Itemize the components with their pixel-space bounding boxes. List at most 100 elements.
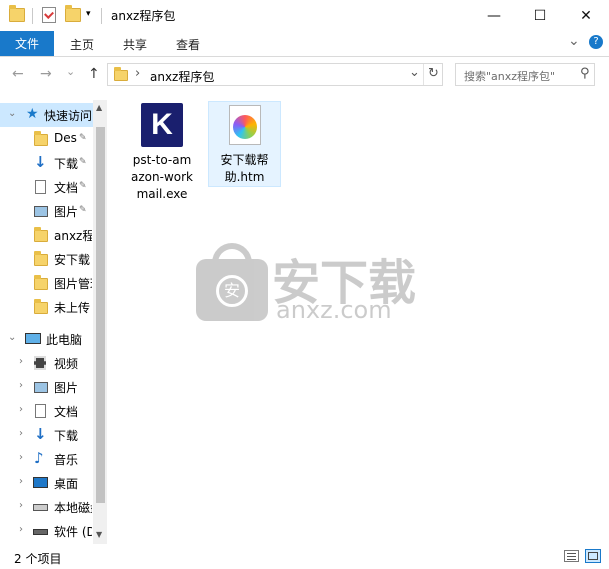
sidebar-item-label: 文档 <box>54 181 79 195</box>
file-name-line: 助.htm <box>224 170 265 184</box>
video-icon <box>34 356 46 370</box>
file-name-line: mail.exe <box>136 187 188 201</box>
download-arrow-icon: ↓ <box>34 153 47 171</box>
sidebar-item-local-disk[interactable]: › 本地磁盘 <box>0 495 92 519</box>
sidebar-item-documents[interactable]: 文档 ✎ <box>0 175 92 199</box>
recent-locations-button[interactable]: ⌄ <box>66 65 75 78</box>
sidebar-item-pictures[interactable]: 图片 ✎ <box>0 199 92 223</box>
file-item-exe[interactable]: K pst-to-am azon-work mail.exe <box>126 101 198 203</box>
file-name-line: 安下载帮 <box>220 153 269 167</box>
search-icon[interactable]: ⚲ <box>580 66 590 81</box>
document-icon <box>35 404 46 418</box>
scroll-down-icon[interactable]: ▼ <box>96 530 102 539</box>
drive-icon <box>33 529 48 535</box>
divider <box>423 64 424 85</box>
sidebar-item-desktop[interactable]: Des ✎ <box>0 127 92 151</box>
title-bar: ▾ anxz程序包 — ☐ ✕ <box>0 0 609 31</box>
divider <box>101 8 102 24</box>
sidebar-item-software-drive[interactable]: › 软件 (D <box>0 519 92 543</box>
chevron-right-icon[interactable]: › <box>19 380 23 391</box>
properties-icon[interactable] <box>42 7 56 23</box>
search-placeholder: 搜索"anxz程序包" <box>464 70 556 83</box>
drive-icon <box>33 504 48 511</box>
exe-k-icon: K <box>141 103 183 147</box>
sidebar-item-label: 软件 (D <box>54 525 92 539</box>
folder-icon <box>114 67 128 81</box>
sidebar-item-anxiazai[interactable]: 安下载 <box>0 247 92 271</box>
sidebar-item-label: anxz程 <box>54 229 92 243</box>
help-icon[interactable]: ? <box>589 35 603 49</box>
tab-file[interactable]: 文件 <box>0 31 54 56</box>
quick-access-item[interactable]: ⌄ ★ 快速访问 <box>0 103 93 127</box>
scrollbar-thumb[interactable] <box>96 127 105 503</box>
details-view-icon[interactable] <box>564 550 579 562</box>
folder-icon <box>34 251 48 266</box>
sidebar-item-picture-manager[interactable]: 图片管理 <box>0 271 92 295</box>
chevron-right-icon[interactable]: › <box>19 524 23 535</box>
sidebar-item-not-uploaded[interactable]: 未上传 <box>0 295 92 319</box>
chevron-right-icon[interactable]: › <box>19 500 23 511</box>
divider <box>32 8 33 24</box>
sidebar-item-videos[interactable]: › 视频 <box>0 351 92 375</box>
sidebar-item-music[interactable]: › ♪ 音乐 <box>0 447 92 471</box>
back-button[interactable]: ← <box>12 66 24 82</box>
sidebar-item-label: 桌面 <box>54 477 79 491</box>
chevron-right-icon[interactable]: › <box>19 452 23 463</box>
close-button[interactable]: ✕ <box>563 0 609 31</box>
sidebar-item-label: 下载 <box>54 157 79 171</box>
photo-pinwheel-icon <box>233 115 257 139</box>
sidebar-item-anxz[interactable]: anxz程 <box>0 223 92 247</box>
folder-icon <box>9 5 25 22</box>
maximize-button[interactable]: ☐ <box>517 0 563 31</box>
sidebar-item-pc-documents[interactable]: › 文档 <box>0 399 92 423</box>
watermark-logo: 安 <box>196 243 268 323</box>
ribbon-expand-icon[interactable]: ⌄ <box>568 33 580 49</box>
lines-icon <box>567 553 576 554</box>
navigation-pane: ⌄ ★ 快速访问 Des ✎ ↓ 下载 ✎ 文档 ✎ 图片 ✎ anxz程 安下… <box>0 98 107 544</box>
sidebar-item-label: Des <box>54 131 77 145</box>
file-name-line: azon-work <box>131 170 193 184</box>
this-pc-item[interactable]: ⌄ 此电脑 <box>0 327 92 351</box>
breadcrumb-current[interactable]: anxz程序包 <box>150 68 214 85</box>
new-folder-icon[interactable] <box>65 5 81 22</box>
forward-button[interactable]: → <box>40 66 52 82</box>
up-button[interactable]: ↑ <box>88 66 100 82</box>
sidebar-item-label: 文档 <box>54 405 79 419</box>
chevron-right-icon[interactable]: › <box>19 404 23 415</box>
refresh-button[interactable]: ↻ <box>428 66 439 81</box>
quick-access-label: 快速访问 <box>44 109 93 123</box>
window-title: anxz程序包 <box>111 9 176 23</box>
address-bar[interactable]: › anxz程序包 ⌄ ↻ <box>107 63 443 86</box>
this-pc-label: 此电脑 <box>46 333 83 347</box>
tab-home[interactable]: 主页 <box>70 36 94 53</box>
chevron-right-icon[interactable]: › <box>19 356 23 367</box>
watermark-subtitle: anxz.com <box>276 296 392 324</box>
sidebar-item-label: 下载 <box>54 429 79 443</box>
sidebar-item-pc-downloads[interactable]: › ↓ 下载 <box>0 423 92 447</box>
file-item-htm[interactable]: 安下载帮 助.htm <box>208 101 281 187</box>
folder-icon <box>34 299 48 314</box>
scroll-up-icon[interactable]: ▲ <box>96 103 102 112</box>
large-icons-view-icon[interactable] <box>585 549 601 563</box>
path-separator-icon[interactable]: › <box>135 66 140 81</box>
sidebar-item-pc-pictures[interactable]: › 图片 <box>0 375 92 399</box>
sidebar-item-label: 视频 <box>54 357 79 371</box>
sidebar-item-label: 本地磁盘 <box>54 501 92 515</box>
watermark-logo-text: 安 <box>216 275 248 307</box>
sidebar-item-desktop-pc[interactable]: › 桌面 <box>0 471 92 495</box>
search-input[interactable]: 搜索"anxz程序包" ⚲ <box>455 63 595 86</box>
sidebar-item-label: 未上传 <box>54 301 91 315</box>
sidebar-item-downloads[interactable]: ↓ 下载 ✎ <box>0 151 92 175</box>
chevron-down-icon[interactable]: ⌄ <box>8 332 16 343</box>
address-dropdown-icon[interactable]: ⌄ <box>409 65 420 80</box>
minimize-button[interactable]: — <box>471 0 517 31</box>
customize-toolbar-icon[interactable]: ▾ <box>86 9 91 19</box>
chevron-down-icon[interactable]: ⌄ <box>8 108 16 119</box>
tab-share[interactable]: 共享 <box>123 36 147 53</box>
sidebar-item-label: 图片 <box>54 381 79 395</box>
tab-view[interactable]: 查看 <box>176 36 200 53</box>
k-letter: K <box>151 108 173 141</box>
status-bar: 2 个项目 <box>0 546 609 569</box>
chevron-right-icon[interactable]: › <box>19 476 23 487</box>
chevron-right-icon[interactable]: › <box>19 428 23 439</box>
